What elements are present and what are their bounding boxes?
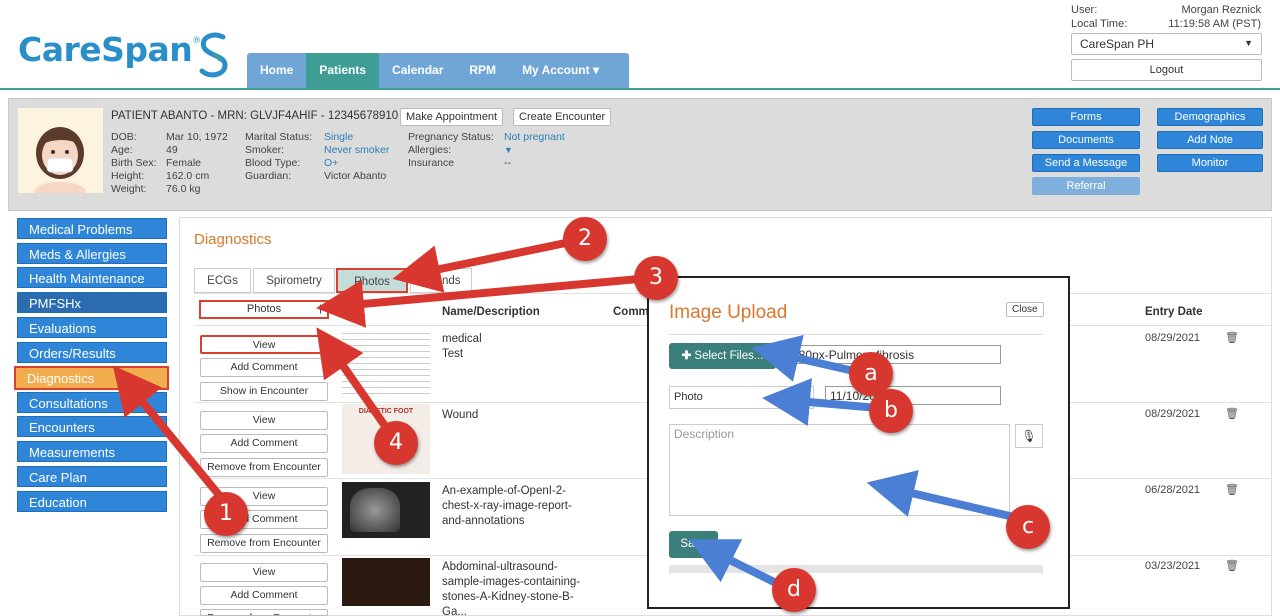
callout-d: d: [772, 568, 816, 612]
annotation-overlay: [112, 236, 1019, 590]
callout-c: c: [1006, 505, 1050, 549]
arrow-2: [392, 236, 581, 293]
arrow-1: [112, 365, 232, 509]
callout-1: 1: [204, 492, 248, 536]
callout-b: b: [869, 389, 913, 433]
arrow-d: [688, 539, 784, 590]
arrow-a: [751, 334, 859, 382]
arrow-c: [866, 470, 1019, 522]
callout-2: 2: [563, 217, 607, 261]
arrow-3: [316, 274, 651, 328]
arrow-4: [316, 327, 396, 439]
callout-4: 4: [374, 421, 418, 465]
arrow-b: [762, 378, 879, 426]
callout-3: 3: [634, 256, 678, 300]
